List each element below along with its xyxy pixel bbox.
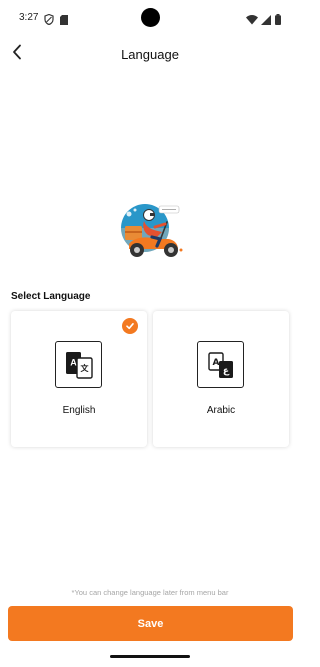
translate-icon: A 文 — [55, 341, 102, 388]
language-option-arabic[interactable]: A ع Arabic — [153, 311, 289, 447]
language-label: Arabic — [206, 405, 236, 416]
hint-text: *You can change language later from menu… — [71, 588, 229, 597]
status-time: 3:27 — [19, 12, 39, 23]
svg-text:A: A — [70, 357, 77, 367]
selected-check-icon — [122, 318, 138, 334]
signal-icon — [261, 12, 271, 30]
section-label: Select Language — [11, 291, 91, 302]
save-button[interactable]: Save — [8, 606, 293, 641]
svg-text:A: A — [212, 358, 219, 368]
status-bar: 3:27 — [0, 0, 300, 36]
shield-icon — [44, 12, 54, 30]
page-title: Language — [121, 47, 179, 62]
delivery-scooter-illustration — [115, 200, 185, 260]
svg-text:文: 文 — [80, 363, 89, 373]
battery-icon — [275, 12, 281, 30]
svg-text:ع: ع — [222, 366, 229, 376]
app-header: Language — [0, 36, 300, 74]
language-label: English — [62, 405, 96, 416]
camera-cutout — [141, 8, 160, 27]
translate-arabic-icon: A ع — [197, 341, 244, 388]
wifi-icon — [246, 12, 258, 30]
sim-card-icon — [60, 12, 68, 30]
home-indicator — [110, 655, 190, 658]
